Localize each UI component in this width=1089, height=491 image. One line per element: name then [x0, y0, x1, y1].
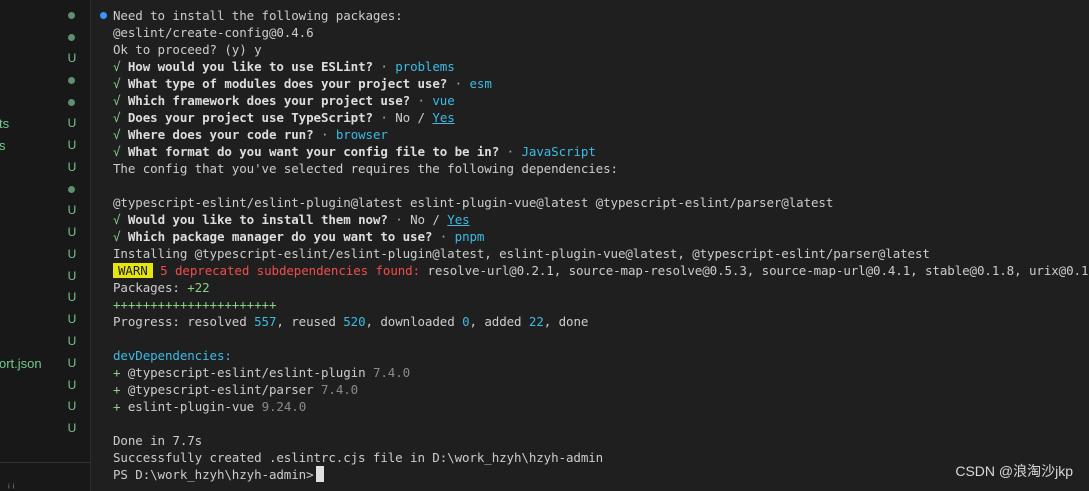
terminal-line: @typescript-eslint/eslint-plugin@latest …	[113, 195, 834, 210]
prompt-answer-line: √ Does your project use TypeScript? · No…	[113, 110, 455, 125]
explorer-file-row[interactable]: U	[0, 48, 90, 70]
terminal-panel[interactable]: Need to install the following packages: …	[91, 0, 1089, 491]
terminal-line: Need to install the following packages:	[113, 8, 403, 23]
git-untracked-badge: U	[67, 421, 77, 436]
text-cursor	[315, 466, 324, 482]
explorer-file-row[interactable]: U	[0, 266, 90, 288]
git-untracked-badge: U	[67, 116, 77, 130]
file-name: ort.json	[0, 355, 42, 371]
progress-bar-text: ++++++++++++++++++++++	[113, 297, 277, 312]
prompt-answer-line: √ What format do you want your config fi…	[113, 144, 596, 159]
explorer-file-row[interactable]: U	[0, 418, 90, 440]
command-status-dot-icon[interactable]	[100, 12, 107, 19]
explorer-file-row[interactable]: U	[0, 157, 90, 179]
terminal-line: Packages: +22	[113, 280, 210, 295]
explorer-file-row[interactable]: ort.json U	[0, 353, 90, 375]
check-icon: √	[113, 110, 121, 125]
git-untracked-badge: U	[67, 399, 77, 414]
file-name: ts	[0, 116, 10, 131]
terminal-line: Ok to proceed? (y) y	[113, 42, 262, 57]
explorer-file-row[interactable]: ts U	[0, 113, 90, 135]
git-untracked-badge: U	[67, 268, 77, 283]
explorer-file-row[interactable]	[0, 178, 90, 200]
warning-line: WARN 5 deprecated subdependencies found:…	[113, 262, 1089, 279]
check-icon: √	[113, 93, 121, 108]
git-untracked-badge: U	[67, 159, 77, 174]
git-modified-dot-icon	[68, 99, 75, 107]
explorer-file-row[interactable]: U	[0, 244, 90, 266]
check-icon: √	[113, 144, 121, 159]
warn-badge: WARN	[113, 263, 153, 278]
prompt-answer-line: √ Which framework does your project use?…	[113, 93, 455, 108]
explorer-file-row[interactable]: U	[0, 331, 90, 353]
git-untracked-badge: U	[67, 225, 77, 239]
watermark: CSDN @浪淘沙jkp	[955, 463, 1073, 479]
prompt-answer-line: √ Which package manager do you want to u…	[113, 229, 485, 244]
explorer-file-row[interactable]	[0, 4, 90, 26]
git-untracked-badge: U	[67, 137, 77, 152]
terminal-line: Successfully created .eslintrc.cjs file …	[113, 450, 604, 465]
git-untracked-badge: U	[67, 246, 77, 261]
git-modified-dot-icon	[68, 186, 75, 194]
explorer-file-row[interactable]: sU	[0, 135, 90, 157]
explorer-file-row[interactable]: U	[0, 287, 90, 309]
git-modified-dot-icon	[68, 12, 75, 19]
shell-prompt[interactable]: PS D:\work_hzyh\hzyh-admin>	[113, 466, 324, 483]
git-untracked-badge: U	[67, 377, 77, 392]
explorer-file-row[interactable]: U	[0, 309, 90, 331]
prompt-answer-line: √ Where does your code run? · browser	[113, 127, 388, 142]
git-untracked-badge: U	[67, 334, 77, 348]
git-modified-dot-icon	[68, 77, 75, 85]
explorer-file-row[interactable]: U	[0, 222, 90, 244]
git-modified-dot-icon	[68, 33, 75, 41]
sidebar-footer-text: ᵢ ᵢ	[8, 479, 15, 491]
prompt-answer-line: √ Would you like to install them now? · …	[113, 212, 470, 227]
check-icon: √	[113, 229, 121, 244]
git-untracked-badge: U	[67, 355, 77, 370]
terminal-line: The config that you've selected requires…	[113, 161, 618, 176]
dependency-line: + @typescript-eslint/eslint-plugin 7.4.0	[113, 365, 411, 380]
git-untracked-badge: U	[67, 290, 77, 305]
check-icon: √	[113, 127, 121, 142]
terminal-line: devDependencies:	[113, 348, 232, 363]
dependency-line: + @typescript-eslint/parser 7.4.0	[113, 382, 359, 397]
terminal-line: @eslint/create-config@0.4.6	[113, 25, 314, 40]
sidebar-divider	[0, 462, 90, 463]
git-untracked-badge: U	[67, 312, 77, 327]
explorer-file-row[interactable]: U	[0, 375, 90, 397]
check-icon: √	[113, 212, 121, 227]
check-icon: √	[113, 76, 121, 91]
prompt-answer-line: √ How would you like to use ESLint? · pr…	[113, 59, 455, 74]
check-icon: √	[113, 59, 121, 74]
terminal-line: Installing @typescript-eslint/eslint-plu…	[113, 246, 930, 261]
explorer-file-row[interactable]	[0, 26, 90, 48]
explorer-sidebar: Uts Us U U U U U U U U Uort.json U U U Uᵢ ᵢ	[0, 0, 91, 491]
prompt-answer-line: √ What type of modules does your project…	[113, 76, 492, 91]
explorer-file-row[interactable]: U	[0, 396, 90, 418]
git-untracked-badge: U	[67, 203, 77, 218]
explorer-file-row[interactable]	[0, 69, 90, 91]
file-name: s	[0, 137, 6, 153]
terminal-line: Done in 7.7s	[113, 433, 203, 448]
progress-line: Progress: resolved 557, reused 520, down…	[113, 314, 589, 329]
explorer-file-row[interactable]: U	[0, 200, 90, 222]
git-untracked-badge: U	[67, 50, 77, 65]
dependency-line: + eslint-plugin-vue 9.24.0	[113, 399, 307, 414]
explorer-file-row[interactable]	[0, 91, 90, 113]
